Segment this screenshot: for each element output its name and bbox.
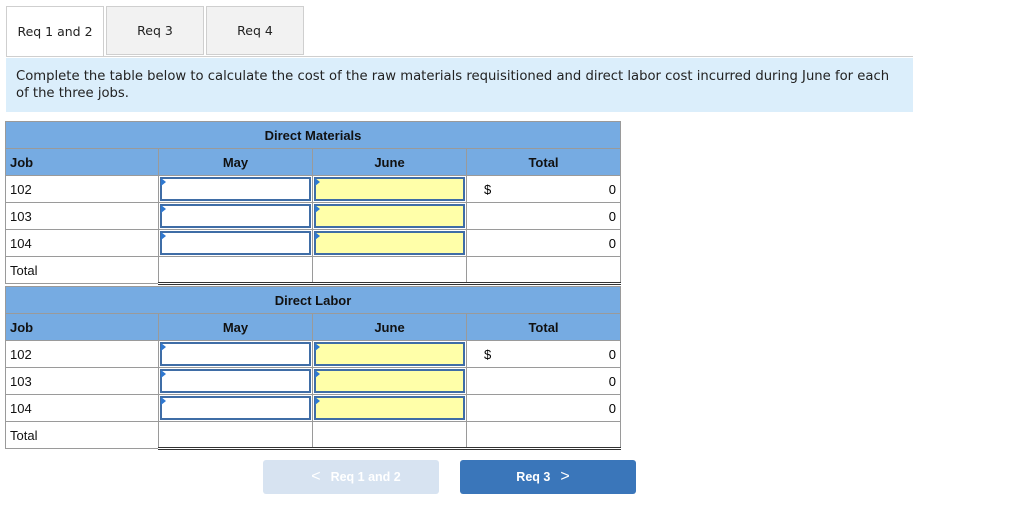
input-marker-icon (315, 232, 320, 240)
total-value: 0 (608, 401, 616, 416)
input-marker-icon (161, 397, 166, 405)
june-input[interactable] (312, 340, 467, 368)
grand-total (466, 256, 621, 285)
prev-req-label: Req 1 and 2 (330, 470, 401, 484)
total-value: 0 (608, 182, 616, 197)
total-value: 0 (608, 374, 616, 389)
total-cell: 0 (466, 202, 621, 230)
june-total (312, 421, 467, 450)
input-marker-icon (315, 370, 320, 378)
table-row: 102 $0 (5, 175, 621, 203)
total-cell: 0 (466, 229, 621, 257)
may-input[interactable] (158, 202, 313, 230)
requirement-tabs: Req 1 and 2 Req 3 Req 4 (6, 6, 306, 57)
may-input[interactable] (158, 340, 313, 368)
input-marker-icon (161, 178, 166, 186)
total-cell: $0 (466, 340, 621, 368)
may-input[interactable] (158, 367, 313, 395)
job-label: 103 (5, 202, 159, 230)
table-row: 102 $0 (5, 340, 621, 368)
col-header-may: May (158, 313, 313, 341)
june-input[interactable] (312, 175, 467, 203)
job-label: 102 (5, 340, 159, 368)
input-marker-icon (161, 343, 166, 351)
june-total (312, 256, 467, 285)
may-total (158, 421, 313, 450)
direct-labor-table: Direct Labor Job May June Total 102 $0 1… (5, 286, 621, 450)
job-label: 102 (5, 175, 159, 203)
col-header-total: Total (466, 313, 621, 341)
col-header-job: Job (5, 148, 159, 176)
section-title: Direct Materials (5, 121, 621, 149)
input-marker-icon (161, 205, 166, 213)
may-input[interactable] (158, 229, 313, 257)
total-value: 0 (608, 347, 616, 362)
tab-req-3[interactable]: Req 3 (106, 6, 204, 55)
june-input[interactable] (312, 229, 467, 257)
direct-materials-table: Direct Materials Job May June Total 102 … (5, 121, 621, 285)
june-input[interactable] (312, 367, 467, 395)
tab-req-4[interactable]: Req 4 (206, 6, 304, 55)
table-row: 104 0 (5, 229, 621, 257)
next-req-button[interactable]: Req 3 > (460, 460, 636, 494)
may-input[interactable] (158, 175, 313, 203)
input-marker-icon (161, 232, 166, 240)
input-marker-icon (315, 178, 320, 186)
june-input[interactable] (312, 394, 467, 422)
input-marker-icon (315, 397, 320, 405)
total-cell: 0 (466, 394, 621, 422)
table-row: 103 0 (5, 367, 621, 395)
col-header-job: Job (5, 313, 159, 341)
job-label: 104 (5, 394, 159, 422)
total-row: Total (5, 256, 621, 285)
tab-req-1-and-2[interactable]: Req 1 and 2 (6, 6, 104, 57)
total-value: 0 (608, 236, 616, 251)
prev-req-button[interactable]: < Req 1 and 2 (263, 460, 439, 494)
instruction-text: Complete the table below to calculate th… (6, 58, 913, 112)
total-value: 0 (608, 209, 616, 224)
col-header-total: Total (466, 148, 621, 176)
total-cell: $0 (466, 175, 621, 203)
total-label: Total (5, 256, 159, 284)
total-row: Total (5, 421, 621, 450)
job-label: 103 (5, 367, 159, 395)
section-title: Direct Labor (5, 286, 621, 314)
grand-total (466, 421, 621, 450)
job-label: 104 (5, 229, 159, 257)
tab-divider (6, 56, 913, 57)
currency-symbol: $ (484, 182, 492, 197)
input-marker-icon (315, 343, 320, 351)
next-req-label: Req 3 (516, 470, 551, 484)
june-input[interactable] (312, 202, 467, 230)
table-row: 104 0 (5, 394, 621, 422)
col-header-june: June (312, 148, 467, 176)
total-label: Total (5, 421, 159, 449)
total-cell: 0 (466, 367, 621, 395)
table-row: 103 0 (5, 202, 621, 230)
col-header-may: May (158, 148, 313, 176)
chevron-left-icon: < (311, 468, 321, 485)
currency-symbol: $ (484, 347, 492, 362)
may-total (158, 256, 313, 285)
input-marker-icon (315, 205, 320, 213)
input-marker-icon (161, 370, 166, 378)
chevron-right-icon: > (560, 468, 570, 485)
may-input[interactable] (158, 394, 313, 422)
col-header-june: June (312, 313, 467, 341)
